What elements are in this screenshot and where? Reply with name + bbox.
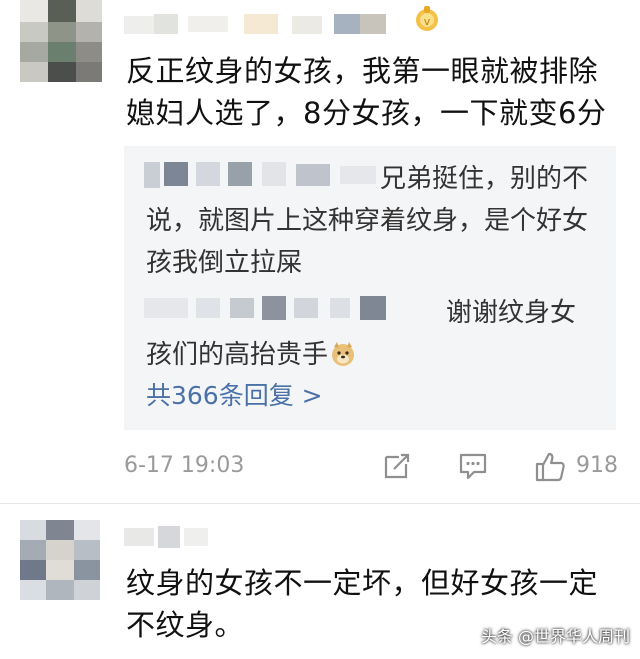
username-blurred[interactable] bbox=[124, 524, 244, 552]
username-blurred[interactable] bbox=[124, 10, 424, 38]
share-icon[interactable] bbox=[382, 451, 412, 481]
avatar[interactable] bbox=[20, 520, 100, 600]
comment-meta: 6-17 19:03 918 bbox=[124, 449, 624, 483]
comment-icon[interactable] bbox=[458, 451, 488, 481]
comment-text: 反正纹身的女孩，我第一眼就被排除 媳妇人选了，8分女孩，一下就变6分 bbox=[126, 54, 607, 130]
like-count: 918 bbox=[576, 453, 618, 478]
vip-badge-icon: v bbox=[416, 6, 438, 31]
watermark: 头条 @世界华人周刊 bbox=[480, 627, 630, 646]
svg-text:v: v bbox=[424, 15, 431, 28]
reply-text-content: 谢谢纹身女孩们的高抬贵手 bbox=[146, 298, 577, 370]
reply-box[interactable]: 兄弟挺住，别的不说，就图片上这种穿着纹身，是个好女孩我倒立拉屎 谢谢纹身女孩们的… bbox=[124, 146, 616, 430]
reply-text: 兄弟挺住，别的不说，就图片上这种穿着纹身，是个好女孩我倒立拉屎 bbox=[146, 158, 596, 284]
like-icon[interactable] bbox=[534, 451, 566, 483]
reply-text: 谢谢纹身女孩们的高抬贵手 bbox=[146, 292, 596, 376]
avatar[interactable] bbox=[20, 0, 102, 82]
divider bbox=[0, 503, 640, 504]
reply-text-content: 兄弟挺住，别的不说，就图片上这种穿着纹身，是个好女孩我倒立拉屎 bbox=[146, 164, 589, 278]
view-replies-link[interactable]: 共366条回复 > bbox=[146, 376, 323, 412]
comment-date: 6-17 19:03 bbox=[124, 453, 245, 478]
doge-emoji-icon bbox=[332, 342, 355, 366]
